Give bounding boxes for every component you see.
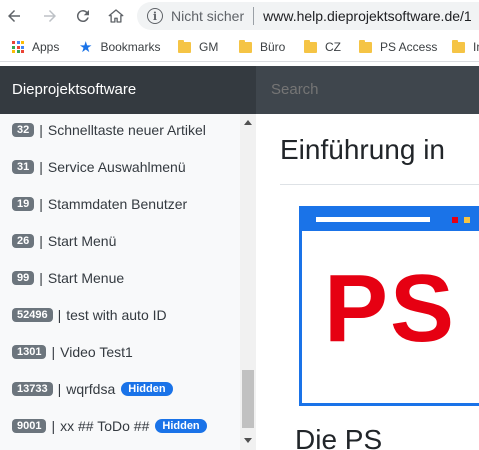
sidebar-item[interactable]: 26 | Start Menü xyxy=(12,229,116,253)
star-icon: ★ xyxy=(79,38,93,56)
sidebar-item[interactable]: 9001 | xx ## ToDo ## Hidden xyxy=(12,414,207,438)
bookmark-ps-access[interactable]: PS Access xyxy=(359,38,437,56)
sidebar-item-label: Stammdaten Benutzer xyxy=(47,196,188,212)
folder-icon xyxy=(452,39,465,53)
sidebar-item[interactable]: 13733 | wqrfdsa Hidden xyxy=(12,377,173,401)
sidebar-item[interactable]: 19 | Stammdaten Benutzer xyxy=(12,192,187,216)
bookmark-label: Büro xyxy=(260,40,286,54)
sidebar-item[interactable]: 99 | Start Menue xyxy=(12,266,124,290)
bookmark-gm[interactable]: GM xyxy=(178,38,218,56)
bookmark-label: GM xyxy=(199,40,219,54)
sidebar-scrollbar[interactable] xyxy=(240,114,256,450)
page-title: Einführung in xyxy=(280,134,446,165)
scroll-up-arrow-icon[interactable] xyxy=(244,120,252,125)
bookmark-in[interactable]: In xyxy=(452,38,479,56)
id-badge: 19 xyxy=(12,197,35,211)
separator: | xyxy=(39,159,43,175)
sidebar-item[interactable]: 1301 | Video Test1 xyxy=(12,340,133,364)
scrollbar-thumb[interactable] xyxy=(242,370,254,428)
sidebar-item-label: wqrfdsa xyxy=(66,381,116,397)
info-icon[interactable]: i xyxy=(147,8,163,24)
separator: | xyxy=(51,344,56,360)
sidebar-item-label: Video Test1 xyxy=(60,344,133,360)
separator: | xyxy=(51,418,56,434)
sidebar-item[interactable]: 52496 | test with auto ID xyxy=(12,303,167,327)
id-badge: 31 xyxy=(12,160,35,174)
apps-icon xyxy=(12,41,24,53)
hidden-badge: Hidden xyxy=(121,382,173,396)
section-title: Die PS xyxy=(295,424,383,450)
sidebar-item-label: Start Menü xyxy=(47,233,117,249)
bookmark-buero[interactable]: Büro xyxy=(239,38,285,56)
bookmark-bookmarks[interactable]: ★ Bookmarks xyxy=(79,38,160,56)
folder-icon xyxy=(359,39,372,53)
bookmarks-bar: Apps ★ Bookmarks GM Büro CZ PS Access In xyxy=(0,32,479,62)
address-bar[interactable]: i Nicht sicher www.help.dieprojektsoftwa… xyxy=(137,2,479,30)
home-button[interactable] xyxy=(104,4,128,28)
id-badge: 32 xyxy=(12,123,35,137)
separator: | xyxy=(57,307,62,323)
bookmark-apps[interactable]: Apps xyxy=(12,38,59,56)
ps-logo-text: PS xyxy=(324,255,457,362)
reload-button[interactable] xyxy=(71,4,95,28)
security-label: Nicht sicher xyxy=(171,8,245,24)
bookmark-label: CZ xyxy=(325,40,341,54)
id-badge: 1301 xyxy=(12,345,47,359)
back-button[interactable] xyxy=(2,4,26,28)
bookmark-label: Bookmarks xyxy=(100,40,161,54)
separator: | xyxy=(39,233,43,249)
window-dot-yellow xyxy=(464,217,470,223)
forward-button[interactable] xyxy=(38,4,62,28)
id-badge: 52496 xyxy=(12,308,53,322)
banner-window-bar xyxy=(302,209,479,231)
address-separator xyxy=(253,7,255,25)
ps-logo-image: PS xyxy=(299,206,479,406)
id-badge: 9001 xyxy=(12,419,47,433)
main-content: Einführung in PS Die PS xyxy=(257,114,479,450)
id-badge: 26 xyxy=(12,234,35,248)
banner-address-line xyxy=(316,217,430,222)
separator: | xyxy=(39,270,43,286)
id-badge: 13733 xyxy=(12,382,53,396)
reload-icon xyxy=(76,10,89,23)
arrow-left-icon xyxy=(8,10,20,22)
id-badge: 99 xyxy=(12,271,35,285)
sidebar-item-label: Service Auswahlmenü xyxy=(47,159,186,175)
separator: | xyxy=(39,122,43,138)
window-dot-red xyxy=(452,217,458,223)
bookmark-label: PS Access xyxy=(380,40,438,54)
search-input[interactable] xyxy=(256,66,479,114)
scroll-down-arrow-icon[interactable] xyxy=(244,438,252,443)
browser-toolbar: i Nicht sicher www.help.dieprojektsoftwa… xyxy=(0,0,479,32)
bookmark-cz[interactable]: CZ xyxy=(304,38,341,56)
home-icon xyxy=(108,9,124,23)
sidebar-nav: 32 | Schnelltaste neuer Artikel 31 | Ser… xyxy=(0,114,256,450)
folder-icon xyxy=(239,39,252,53)
sidebar-item[interactable]: 32 | Schnelltaste neuer Artikel xyxy=(12,118,206,142)
title-divider xyxy=(280,184,479,185)
separator: | xyxy=(39,196,43,212)
separator: | xyxy=(57,381,62,397)
folder-icon xyxy=(178,39,191,53)
site-header: Dieprojektsoftware xyxy=(0,66,479,114)
bookmark-label: Apps xyxy=(32,40,60,54)
sidebar-item-label: Start Menue xyxy=(47,270,125,286)
sidebar-item-label: Schnelltaste neuer Artikel xyxy=(47,122,206,138)
bookmark-label: In xyxy=(473,40,479,54)
brand-link[interactable]: Dieprojektsoftware xyxy=(12,66,136,114)
sidebar-item-label: test with auto ID xyxy=(66,307,167,323)
arrow-right-icon xyxy=(44,10,56,22)
sidebar-item-label: xx ## ToDo ## xyxy=(60,418,150,434)
folder-icon xyxy=(304,39,317,53)
hidden-badge: Hidden xyxy=(155,419,207,433)
sidebar-item[interactable]: 31 | Service Auswahlmenü xyxy=(12,155,186,179)
url-text[interactable]: www.help.dieprojektsoftware.de/1 xyxy=(263,8,472,24)
